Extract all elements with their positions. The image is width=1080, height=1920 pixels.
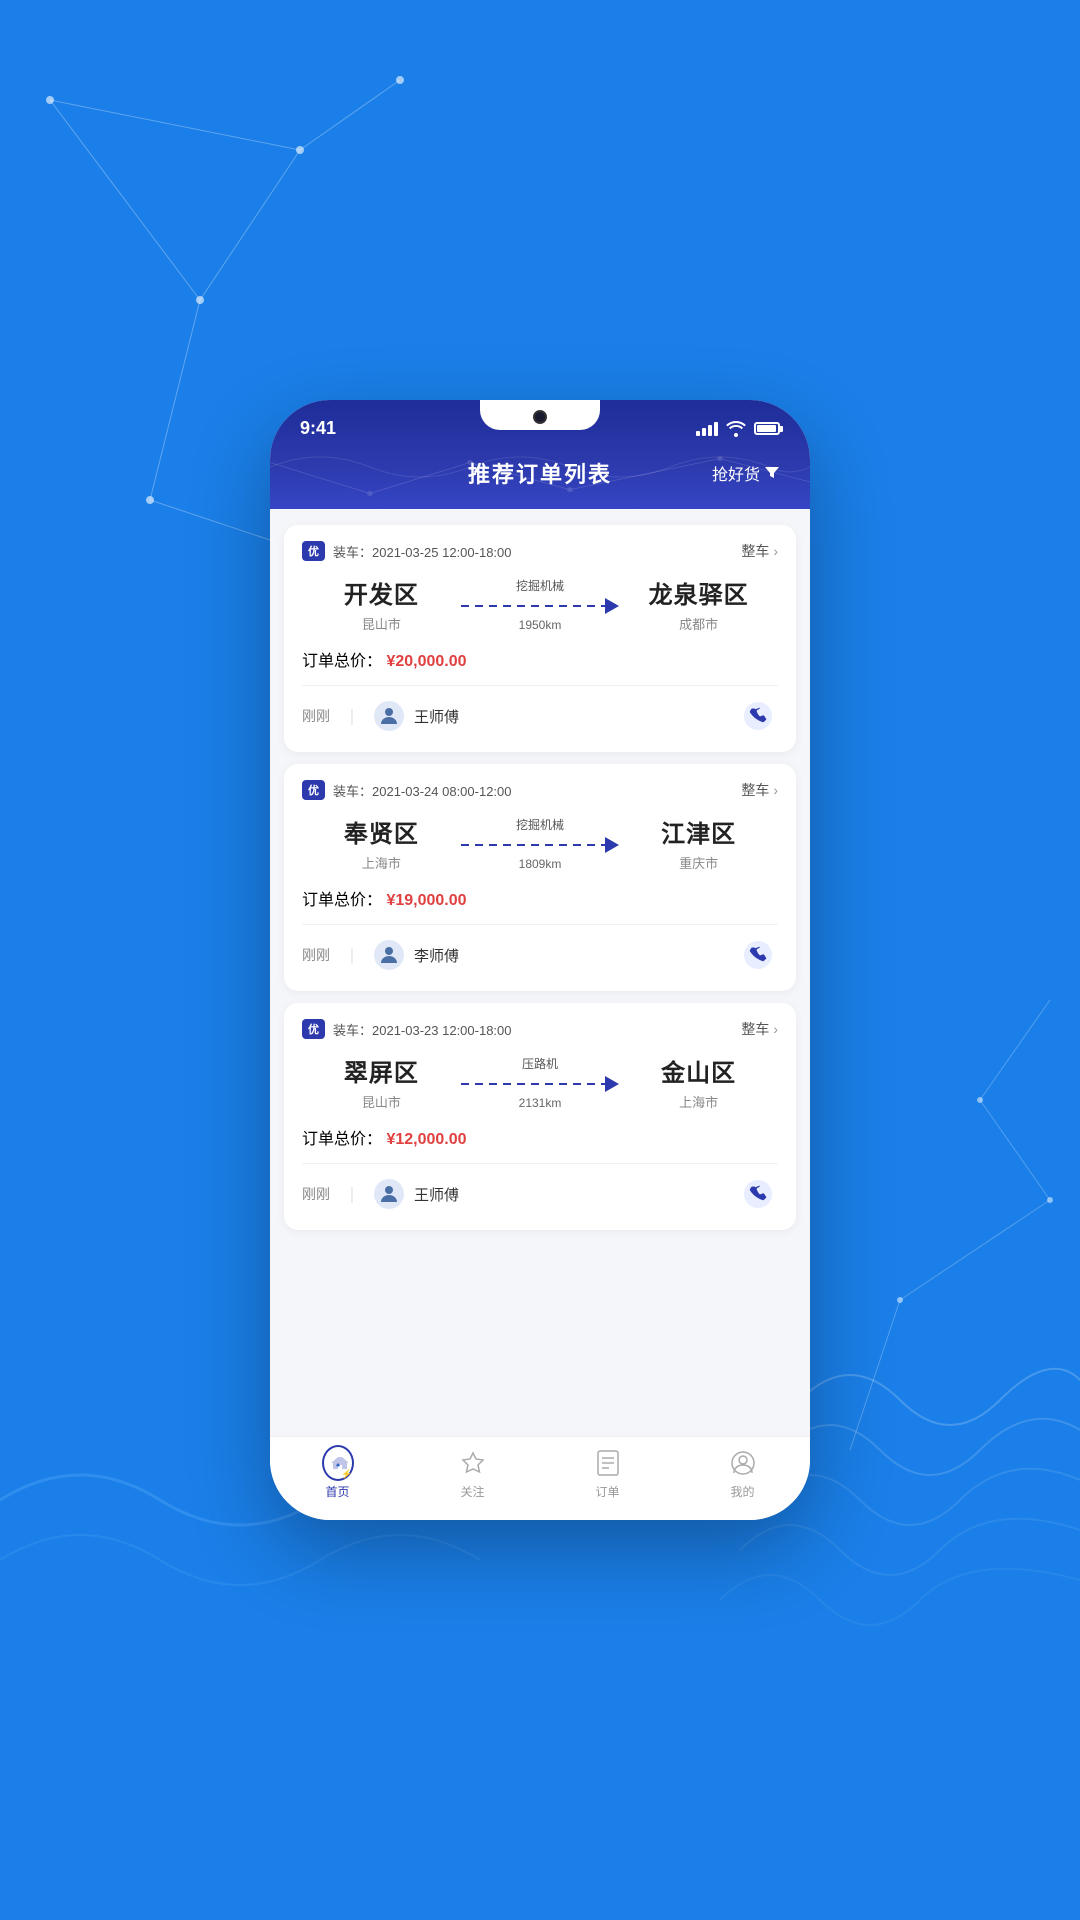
driver-section-3: 刚刚 ｜ 王师傅 <box>302 1163 778 1214</box>
route-section-2: 奉贤区 上海市 挖掘机械 1809km 江津区 重庆市 <box>302 814 778 872</box>
card-header-1: 优 装车：2021-03-25 12:00-18:00 整车 › <box>302 541 778 561</box>
from-city-2: 奉贤区 上海市 <box>302 814 461 872</box>
price-label-2: 订单总价： <box>302 892 382 909</box>
load-time-3: 装车：2021-03-23 12:00-18:00 <box>333 1020 512 1039</box>
driver-section-1: 刚刚 ｜ 王师傅 <box>302 685 778 736</box>
app-header: 推荐订单列表 抢好货 <box>270 447 810 509</box>
chevron-right-icon-3: › <box>773 1021 778 1037</box>
to-city-3: 金山区 上海市 <box>619 1053 778 1111</box>
route-middle-1: 挖掘机械 1950km <box>461 577 620 632</box>
phone-button-2[interactable] <box>738 935 778 975</box>
route-arrow-1 <box>461 598 620 614</box>
price-label-3: 订单总价： <box>302 1131 382 1148</box>
route-section-3: 翠屏区 昆山市 压路机 2131km 金山区 上海市 <box>302 1053 778 1111</box>
filter-icon <box>764 465 780 481</box>
phone-icon-1 <box>743 701 773 731</box>
order-type-2: 整车 <box>741 780 769 800</box>
driver-time-2: 刚刚 <box>302 945 330 965</box>
bottom-nav: ⚡ 首页 关注 订单 <box>270 1436 810 1520</box>
header-action-button[interactable]: 抢好货 <box>712 461 780 485</box>
to-city-1: 龙泉驿区 成都市 <box>619 575 778 633</box>
load-time-2: 装车：2021-03-24 08:00-12:00 <box>333 781 512 800</box>
price-section-3: 订单总价： ¥12,000.00 <box>302 1125 778 1149</box>
notch-camera <box>533 410 547 424</box>
nav-label-mine: 我的 <box>730 1483 754 1500</box>
route-arrow-3 <box>461 1076 620 1092</box>
status-icons <box>696 421 780 437</box>
priority-badge-2: 优 <box>302 780 325 800</box>
action-label: 抢好货 <box>712 461 760 485</box>
price-value-1: ¥20,000.00 <box>386 653 466 670</box>
distance-2: 1809km <box>519 857 562 871</box>
distance-1: 1950km <box>519 618 562 632</box>
wifi-icon <box>726 421 746 437</box>
order-type-1: 整车 <box>741 541 769 561</box>
battery-icon <box>754 422 780 435</box>
order-type-3: 整车 <box>741 1019 769 1039</box>
route-section-1: 开发区 昆山市 挖掘机械 1950km 龙泉驿区 成都市 <box>302 575 778 633</box>
notch <box>480 400 600 430</box>
price-value-3: ¥12,000.00 <box>386 1131 466 1148</box>
driver-name-3: 王师傅 <box>414 1184 459 1205</box>
cargo-type-3: 压路机 <box>522 1055 558 1072</box>
phone-top: 9:41 <box>270 400 810 509</box>
driver-time-1: 刚刚 <box>302 706 330 726</box>
driver-avatar-1 <box>374 701 404 731</box>
phone-icon-3 <box>743 1179 773 1209</box>
price-label-1: 订单总价： <box>302 653 382 670</box>
orders-list[interactable]: 优 装车：2021-03-25 12:00-18:00 整车 › 开发区 昆山市… <box>270 509 810 1436</box>
nav-item-home[interactable]: ⚡ 首页 <box>270 1447 405 1500</box>
price-section-2: 订单总价： ¥19,000.00 <box>302 886 778 910</box>
follow-icon <box>459 1449 487 1477</box>
route-middle-2: 挖掘机械 1809km <box>461 816 620 871</box>
nav-item-follow[interactable]: 关注 <box>405 1447 540 1500</box>
status-time: 9:41 <box>300 418 336 439</box>
nav-item-orders[interactable]: 订单 <box>540 1447 675 1500</box>
nav-item-mine[interactable]: 我的 <box>675 1447 810 1500</box>
route-arrow-2 <box>461 837 620 853</box>
card-header-3: 优 装车：2021-03-23 12:00-18:00 整车 › <box>302 1019 778 1039</box>
phone-button-1[interactable] <box>738 696 778 736</box>
from-city-1: 开发区 昆山市 <box>302 575 461 633</box>
cargo-type-1: 挖掘机械 <box>516 577 564 594</box>
chevron-right-icon-1: › <box>773 543 778 559</box>
to-city-2: 江津区 重庆市 <box>619 814 778 872</box>
orders-icon <box>595 1449 621 1477</box>
price-section-1: 订单总价： ¥20,000.00 <box>302 647 778 671</box>
driver-avatar-3 <box>374 1179 404 1209</box>
price-value-2: ¥19,000.00 <box>386 892 466 909</box>
driver-section-2: 刚刚 ｜ 李师傅 <box>302 924 778 975</box>
driver-name-1: 王师傅 <box>414 706 459 727</box>
from-city-3: 翠屏区 昆山市 <box>302 1053 461 1111</box>
chevron-right-icon-2: › <box>773 782 778 798</box>
driver-name-2: 李师傅 <box>414 945 459 966</box>
driver-avatar-2 <box>374 940 404 970</box>
card-header-2: 优 装车：2021-03-24 08:00-12:00 整车 › <box>302 780 778 800</box>
distance-3: 2131km <box>519 1096 562 1110</box>
order-card-1[interactable]: 优 装车：2021-03-25 12:00-18:00 整车 › 开发区 昆山市… <box>284 525 796 752</box>
load-time-1: 装车：2021-03-25 12:00-18:00 <box>333 542 512 561</box>
priority-badge-1: 优 <box>302 541 325 561</box>
priority-badge-3: 优 <box>302 1019 325 1039</box>
nav-label-orders: 订单 <box>595 1483 619 1500</box>
order-card-2[interactable]: 优 装车：2021-03-24 08:00-12:00 整车 › 奉贤区 上海市… <box>284 764 796 991</box>
route-middle-3: 压路机 2131km <box>461 1055 620 1110</box>
mine-icon <box>729 1449 757 1477</box>
phone-button-3[interactable] <box>738 1174 778 1214</box>
phone-frame: 9:41 <box>270 400 810 1520</box>
nav-label-follow: 关注 <box>460 1483 484 1500</box>
order-card-3[interactable]: 优 装车：2021-03-23 12:00-18:00 整车 › 翠屏区 昆山市… <box>284 1003 796 1230</box>
driver-time-3: 刚刚 <box>302 1184 330 1204</box>
home-icon: ⚡ <box>322 1445 354 1481</box>
phone-icon-2 <box>743 940 773 970</box>
signal-icon <box>696 422 718 436</box>
cargo-type-2: 挖掘机械 <box>516 816 564 833</box>
nav-label-home: 首页 <box>325 1483 349 1500</box>
